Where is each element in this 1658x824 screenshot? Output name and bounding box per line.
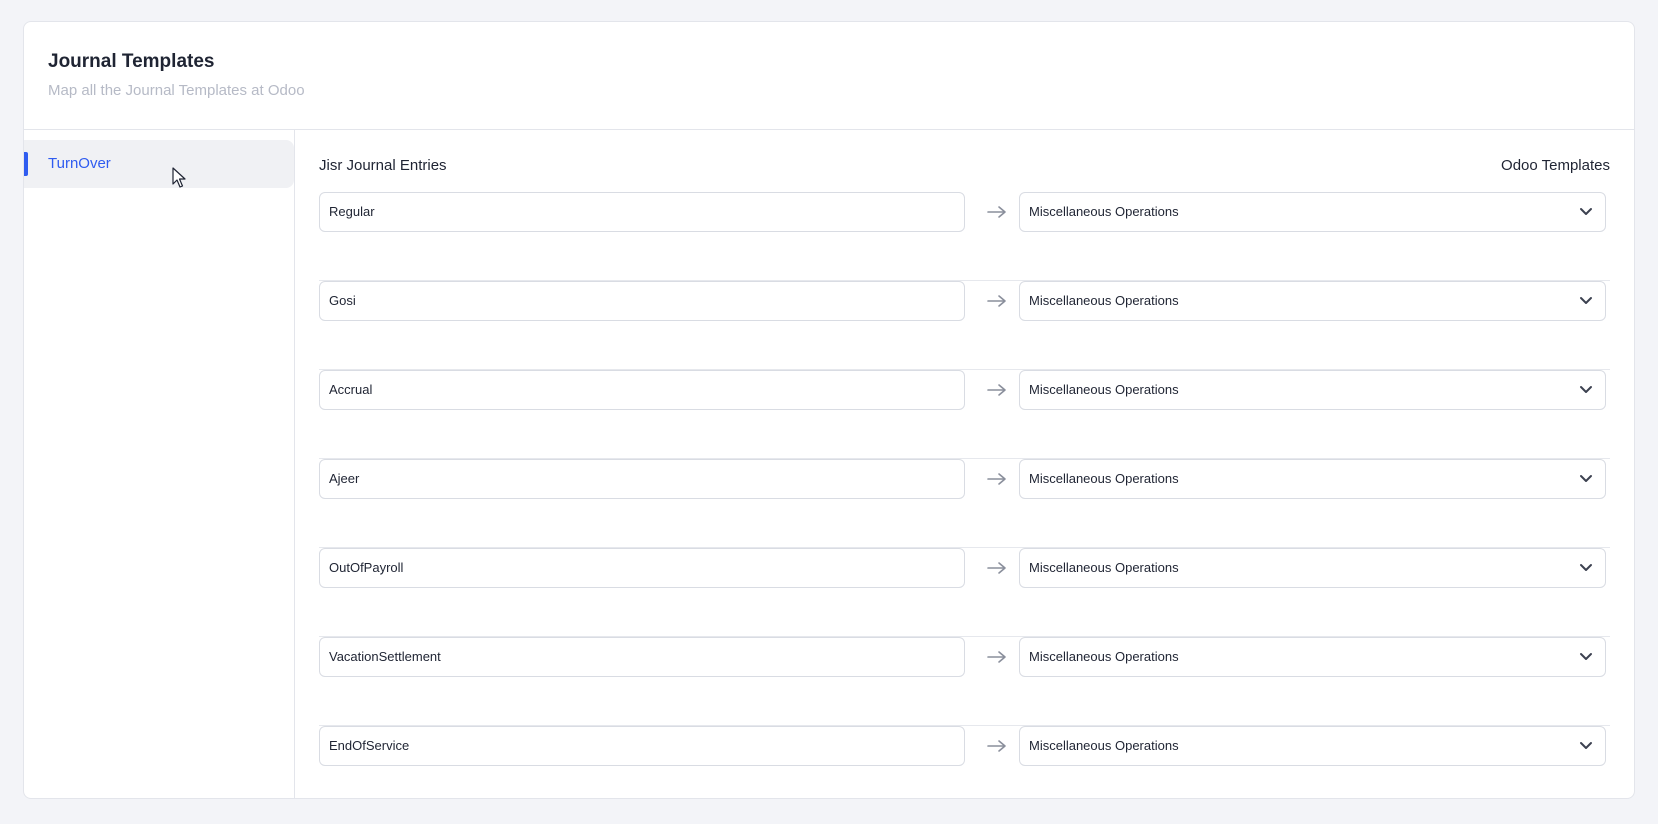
odoo-template-select[interactable]: Miscellaneous Operations [1019,192,1606,232]
odoo-template-select[interactable]: Miscellaneous Operations [1019,370,1606,410]
mapping-row: OutOfPayroll Miscellaneous Operations [319,548,1610,637]
odoo-template-select[interactable]: Miscellaneous Operations [1019,637,1606,677]
journal-entry-field[interactable]: VacationSettlement [319,637,965,677]
chevron-down-icon [1580,564,1592,571]
mapping-row: Gosi Miscellaneous Operations [319,281,1610,370]
chevron-down-icon [1580,297,1592,304]
page-title: Journal Templates [48,51,215,72]
odoo-template-select[interactable]: Miscellaneous Operations [1019,726,1606,766]
sidebar-item-label: TurnOver [48,155,111,172]
journal-entry-field[interactable]: Ajeer [319,459,965,499]
mapping-row: Accrual Miscellaneous Operations [319,370,1610,459]
odoo-template-select[interactable]: Miscellaneous Operations [1019,548,1606,588]
select-value: Miscellaneous Operations [1029,560,1179,575]
chevron-down-icon [1580,386,1592,393]
column-header-odoo: Odoo Templates [1501,157,1610,174]
active-indicator [24,152,28,176]
journal-entry-field[interactable]: EndOfService [319,726,965,766]
arrow-right-icon [987,384,1006,396]
mapping-row: Regular Miscellaneous Operations [319,192,1610,281]
journal-entry-field[interactable]: Gosi [319,281,965,321]
chevron-down-icon [1580,208,1592,215]
sidebar-item-turnover[interactable]: TurnOver [24,140,294,188]
arrow-right-icon [987,740,1006,752]
arrow-right-icon [987,562,1006,574]
odoo-template-select[interactable]: Miscellaneous Operations [1019,281,1606,321]
mapping-row: Ajeer Miscellaneous Operations [319,459,1610,548]
card-header: Journal Templates Map all the Journal Te… [24,22,1634,130]
arrow-right-icon [987,651,1006,663]
arrow-right-icon [987,473,1006,485]
mapping-row: VacationSettlement Miscellaneous Operati… [319,637,1610,726]
card-body: TurnOver Jisr Journal Entries Odoo Templ… [24,130,1634,798]
select-value: Miscellaneous Operations [1029,204,1179,219]
odoo-template-select[interactable]: Miscellaneous Operations [1019,459,1606,499]
select-value: Miscellaneous Operations [1029,382,1179,397]
chevron-down-icon [1580,653,1592,660]
journal-entry-field[interactable]: OutOfPayroll [319,548,965,588]
page-subtitle: Map all the Journal Templates at Odoo [48,82,305,99]
journal-entry-field[interactable]: Accrual [319,370,965,410]
column-header-jisr: Jisr Journal Entries [319,157,447,174]
arrow-right-icon [987,206,1006,218]
chevron-down-icon [1580,742,1592,749]
sidebar: TurnOver [24,130,295,798]
mouse-cursor-icon [172,167,186,188]
chevron-down-icon [1580,475,1592,482]
mapping-panel: Jisr Journal Entries Odoo Templates Regu… [295,130,1634,798]
select-value: Miscellaneous Operations [1029,293,1179,308]
arrow-right-icon [987,295,1006,307]
select-value: Miscellaneous Operations [1029,738,1179,753]
mapping-list: Regular Miscellaneous Operations Gosi Mi… [319,192,1610,798]
journal-entry-field[interactable]: Regular [319,192,965,232]
mapping-row: EndOfService Miscellaneous Operations [319,726,1610,798]
select-value: Miscellaneous Operations [1029,471,1179,486]
select-value: Miscellaneous Operations [1029,649,1179,664]
journal-templates-card: Journal Templates Map all the Journal Te… [23,21,1635,799]
